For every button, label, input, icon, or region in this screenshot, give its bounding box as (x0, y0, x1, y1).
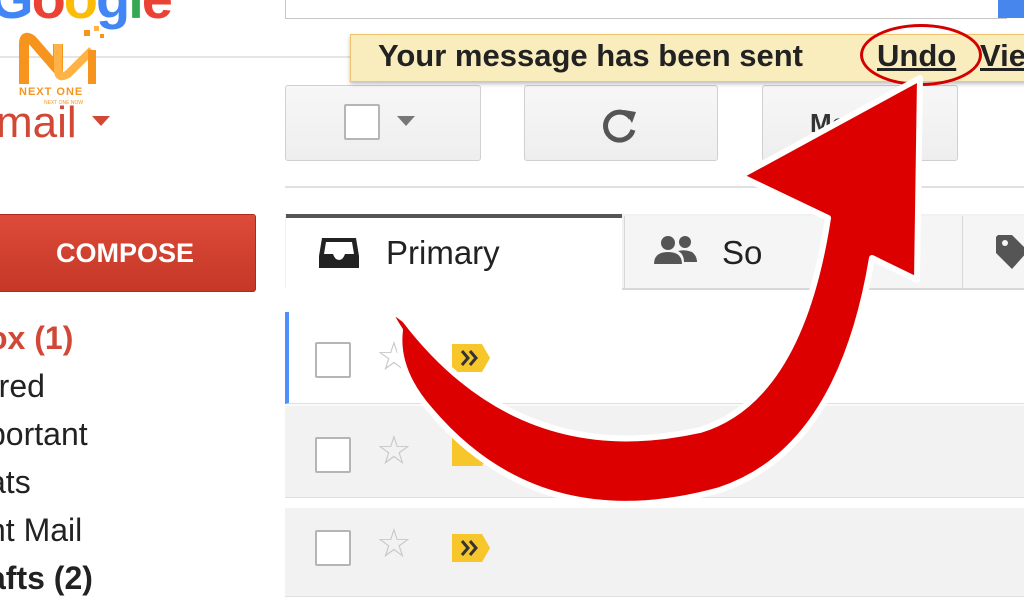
sidebar-item-drafts[interactable]: afts (2) (0, 560, 93, 597)
app-switcher-label[interactable]: mail (0, 98, 77, 148)
row-checkbox[interactable] (315, 342, 351, 378)
inbox-icon (319, 238, 359, 268)
tag-icon (996, 235, 1024, 269)
compose-button[interactable]: COMPOSE (0, 214, 256, 292)
more-button[interactable] (762, 85, 958, 161)
select-all-checkbox[interactable] (344, 104, 380, 140)
sidebar-item-starred[interactable]: rred (0, 368, 45, 405)
notification-message: Your message has been sent (378, 38, 803, 73)
view-message-link[interactable]: Vie (980, 38, 1024, 74)
toolbar-divider (285, 186, 1024, 188)
tab-divider (622, 288, 1024, 290)
tab-primary-label: Primary (386, 234, 500, 271)
star-icon[interactable]: ☆ (376, 334, 412, 380)
sidebar-item-inbox[interactable]: ox (1) (0, 320, 73, 357)
chevron-down-icon[interactable] (92, 116, 110, 126)
important-marker-icon[interactable] (452, 438, 490, 466)
star-icon[interactable]: ☆ (376, 521, 412, 567)
sidebar-item-sent[interactable]: nt Mail (0, 512, 82, 549)
brand-name: NEXT ONE (19, 86, 84, 98)
refresh-icon (603, 109, 636, 143)
search-input[interactable] (285, 0, 1007, 19)
sidebar-item-chats[interactable]: ats (0, 464, 31, 501)
tab-social-label: So (722, 234, 763, 271)
important-marker-icon[interactable] (452, 534, 490, 562)
chevron-down-icon[interactable] (397, 116, 415, 126)
star-icon[interactable]: ☆ (376, 428, 412, 474)
row-checkbox[interactable] (315, 437, 351, 473)
important-marker-icon[interactable] (452, 344, 490, 372)
more-button-label: Mo (810, 108, 848, 138)
sidebar-item-important[interactable]: portant (0, 416, 88, 453)
highlight-circle (860, 24, 982, 86)
people-icon (654, 236, 697, 264)
search-button[interactable] (998, 0, 1024, 18)
row-checkbox[interactable] (315, 530, 351, 566)
select-button[interactable] (285, 85, 481, 161)
